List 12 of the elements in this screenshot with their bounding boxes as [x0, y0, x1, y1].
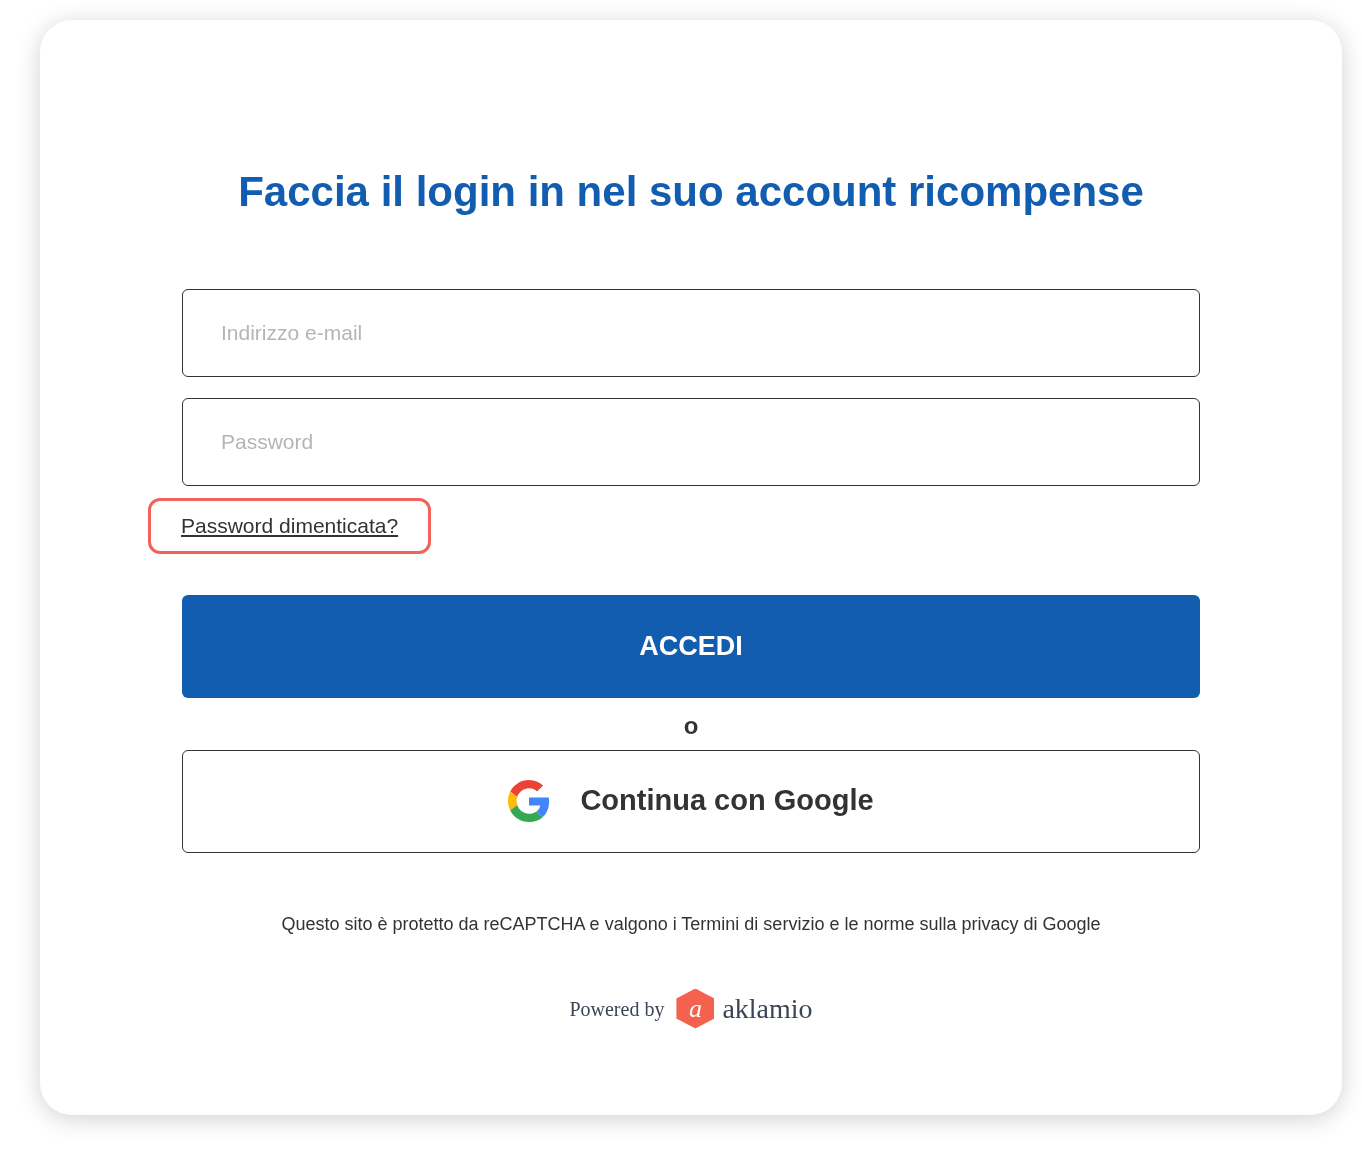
powered-by-text: Powered by	[569, 996, 665, 1023]
google-button[interactable]: Continua con Google	[182, 749, 1200, 853]
forgot-password-link[interactable]: Password dimenticata?	[181, 514, 399, 537]
separator-text: o	[683, 710, 699, 741]
google-g-icon	[508, 780, 551, 822]
input-field[interactable]: Indirizzo e-mail	[182, 289, 1200, 377]
logo-mark: a	[676, 988, 715, 1029]
logo-wordmark: aklamio	[722, 991, 813, 1026]
page-title: Faccia il login in nel suo account ricompense	[237, 167, 1145, 217]
input-field[interactable]: Password	[182, 398, 1200, 486]
login-button[interactable]: ACCEDI	[182, 594, 1200, 698]
recaptcha-notice: Questo sito è protetto da reCAPTCHA e valgono i Termini di servizio e le norme sulla privacy di Google	[281, 912, 1101, 936]
